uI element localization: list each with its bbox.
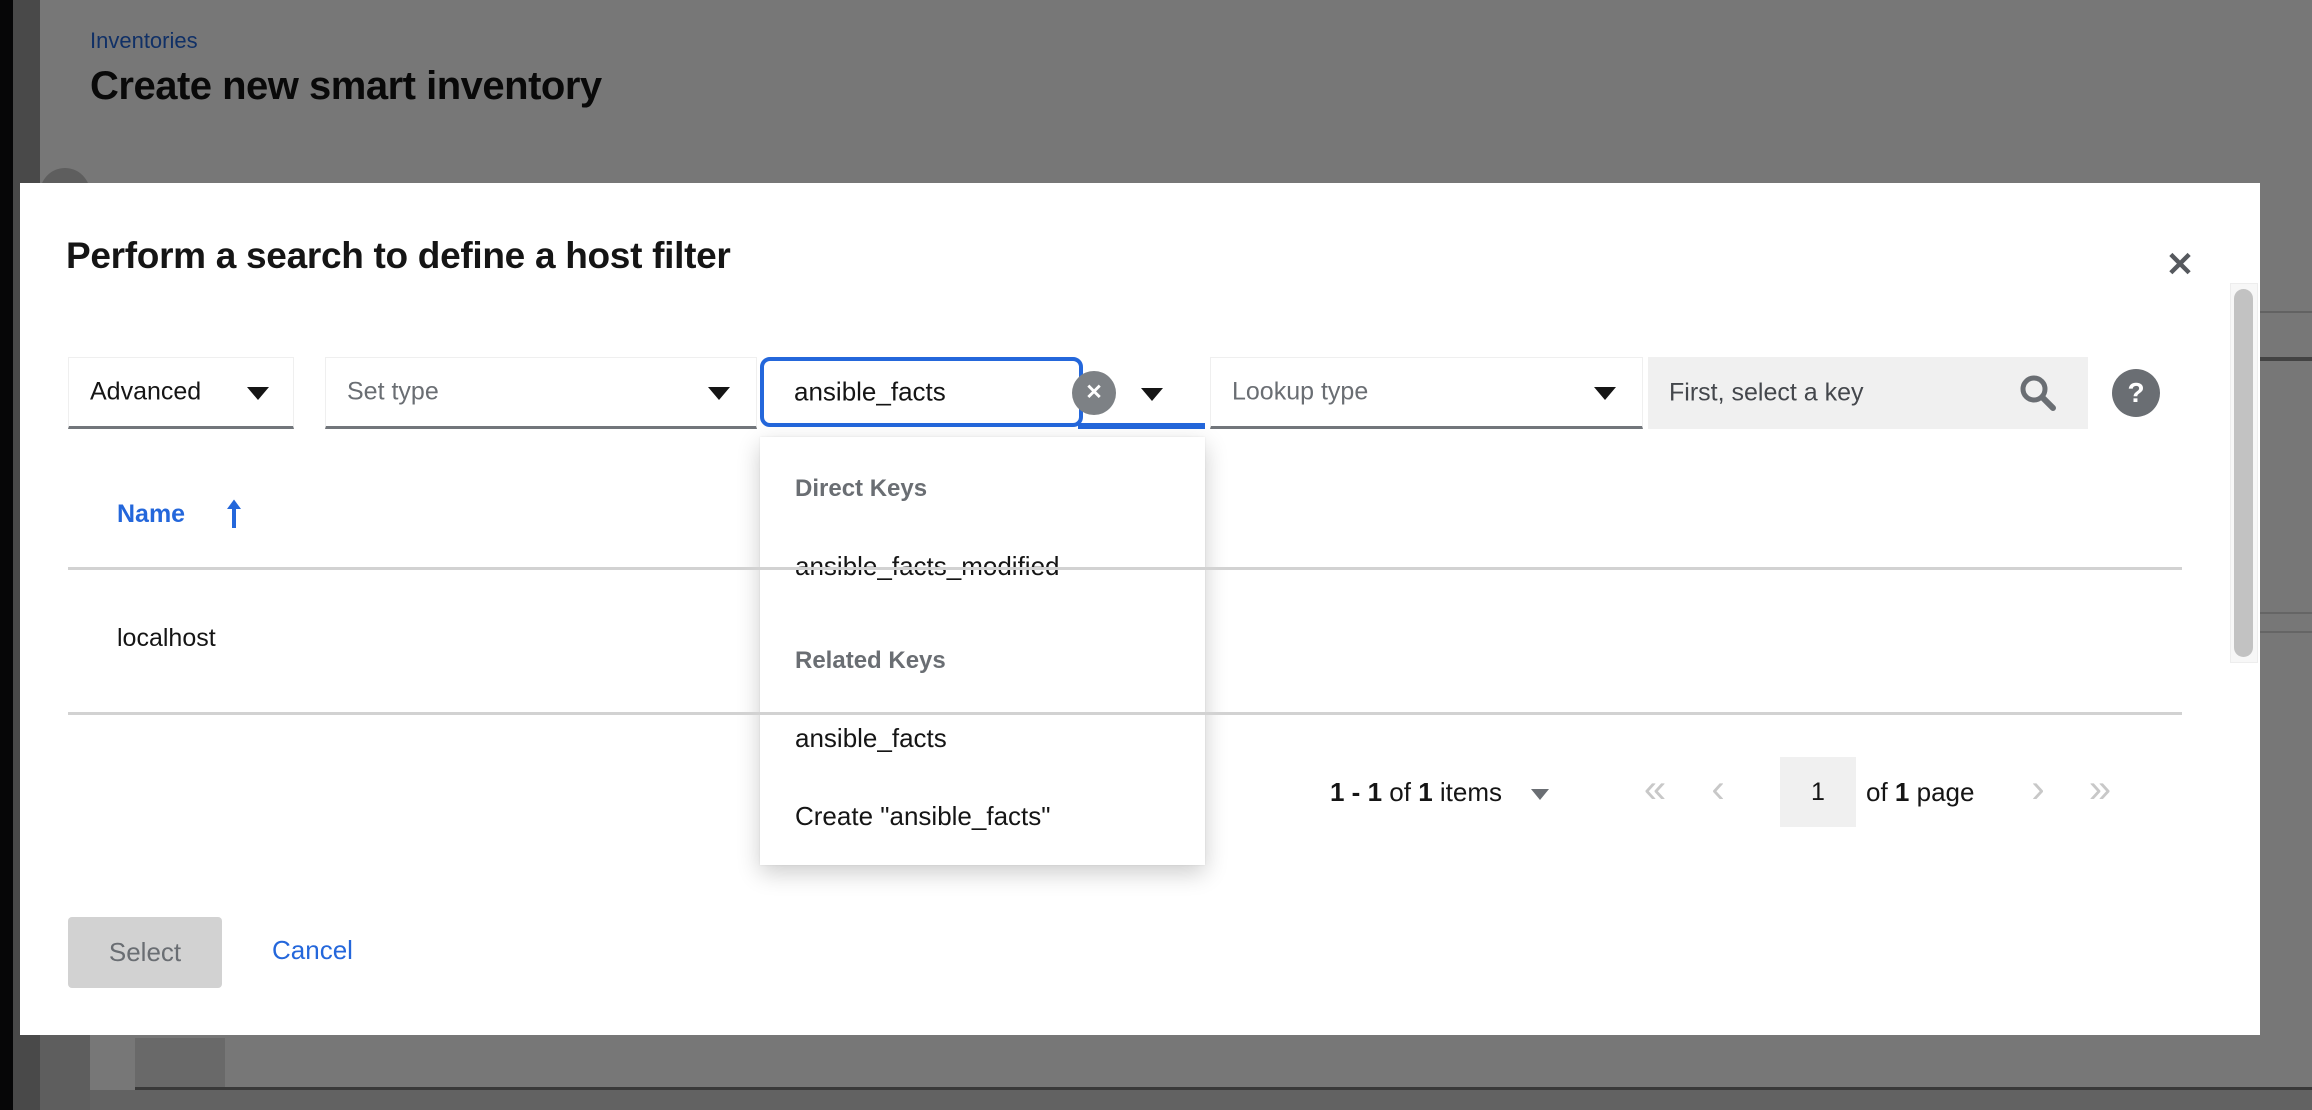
sort-ascending-icon[interactable] [225, 498, 243, 537]
select-button[interactable]: Select [68, 917, 222, 988]
modal-title: Perform a search to define a host filter [66, 235, 730, 277]
lookup-type-select[interactable]: Lookup type [1210, 357, 1643, 429]
menu-group-direct-keys: Direct Keys [795, 475, 927, 503]
host-filter-modal: Perform a search to define a host filter… [20, 183, 2260, 1035]
table-divider [68, 567, 2182, 570]
of-word: of [1389, 777, 1411, 807]
search-icon[interactable] [2016, 371, 2060, 420]
help-icon[interactable]: ? [2112, 369, 2160, 417]
close-icon[interactable]: ✕ [2156, 241, 2204, 289]
pages-total: 1 [1895, 777, 1909, 807]
search-mode-label: Advanced [90, 378, 201, 407]
screen: Inventories Create new smart inventory P… [0, 0, 2312, 1110]
table-divider [68, 712, 2182, 715]
next-page-button[interactable]: › [2016, 769, 2060, 813]
value-search-input[interactable]: First, select a key [1648, 357, 2088, 429]
value-search-placeholder: First, select a key [1669, 379, 1864, 408]
menu-item[interactable]: ansible_facts [795, 723, 947, 754]
last-page-button[interactable]: » [2078, 769, 2122, 813]
lookup-type-placeholder: Lookup type [1232, 378, 1368, 407]
previous-page-button[interactable]: ‹ [1696, 769, 1740, 813]
search-mode-select[interactable]: Advanced [68, 357, 294, 429]
key-typeahead: ansible_facts ✕ [760, 357, 1205, 429]
focus-underline [1078, 423, 1205, 429]
chevron-down-icon [708, 387, 730, 400]
of-word: of [1866, 777, 1888, 807]
items-per-page-menu[interactable]: 1 - 1 of 1 items [1330, 777, 1549, 808]
current-page-input[interactable]: 1 [1780, 757, 1856, 827]
set-type-select[interactable]: Set type [325, 357, 757, 429]
menu-item[interactable]: Create "ansible_facts" [795, 801, 1050, 832]
key-input[interactable]: ansible_facts [760, 357, 1083, 427]
set-type-placeholder: Set type [347, 378, 439, 407]
modal-scrollbar-thumb[interactable] [2234, 289, 2253, 657]
table-row-localhost[interactable]: localhost [117, 624, 216, 653]
first-page-button[interactable]: « [1633, 769, 1677, 813]
chevron-down-icon [1594, 387, 1616, 400]
column-header-label: Name [117, 500, 185, 528]
typeahead-menu: Direct Keys ansible_facts_modified Relat… [760, 437, 1205, 865]
chevron-down-icon[interactable] [1141, 388, 1163, 401]
chevron-down-icon [247, 387, 269, 400]
menu-group-related-keys: Related Keys [795, 647, 946, 675]
chevron-down-icon [1531, 789, 1549, 800]
key-input-value: ansible_facts [794, 377, 946, 408]
items-word: items [1440, 777, 1502, 807]
page-word: page [1917, 777, 1975, 807]
clear-input-icon[interactable]: ✕ [1072, 371, 1116, 415]
page-count-label: of 1 page [1866, 777, 1974, 808]
cancel-button[interactable]: Cancel [272, 935, 353, 966]
items-range: 1 - 1 [1330, 777, 1382, 807]
column-header-name[interactable]: Name [117, 500, 185, 529]
items-total: 1 [1418, 777, 1432, 807]
